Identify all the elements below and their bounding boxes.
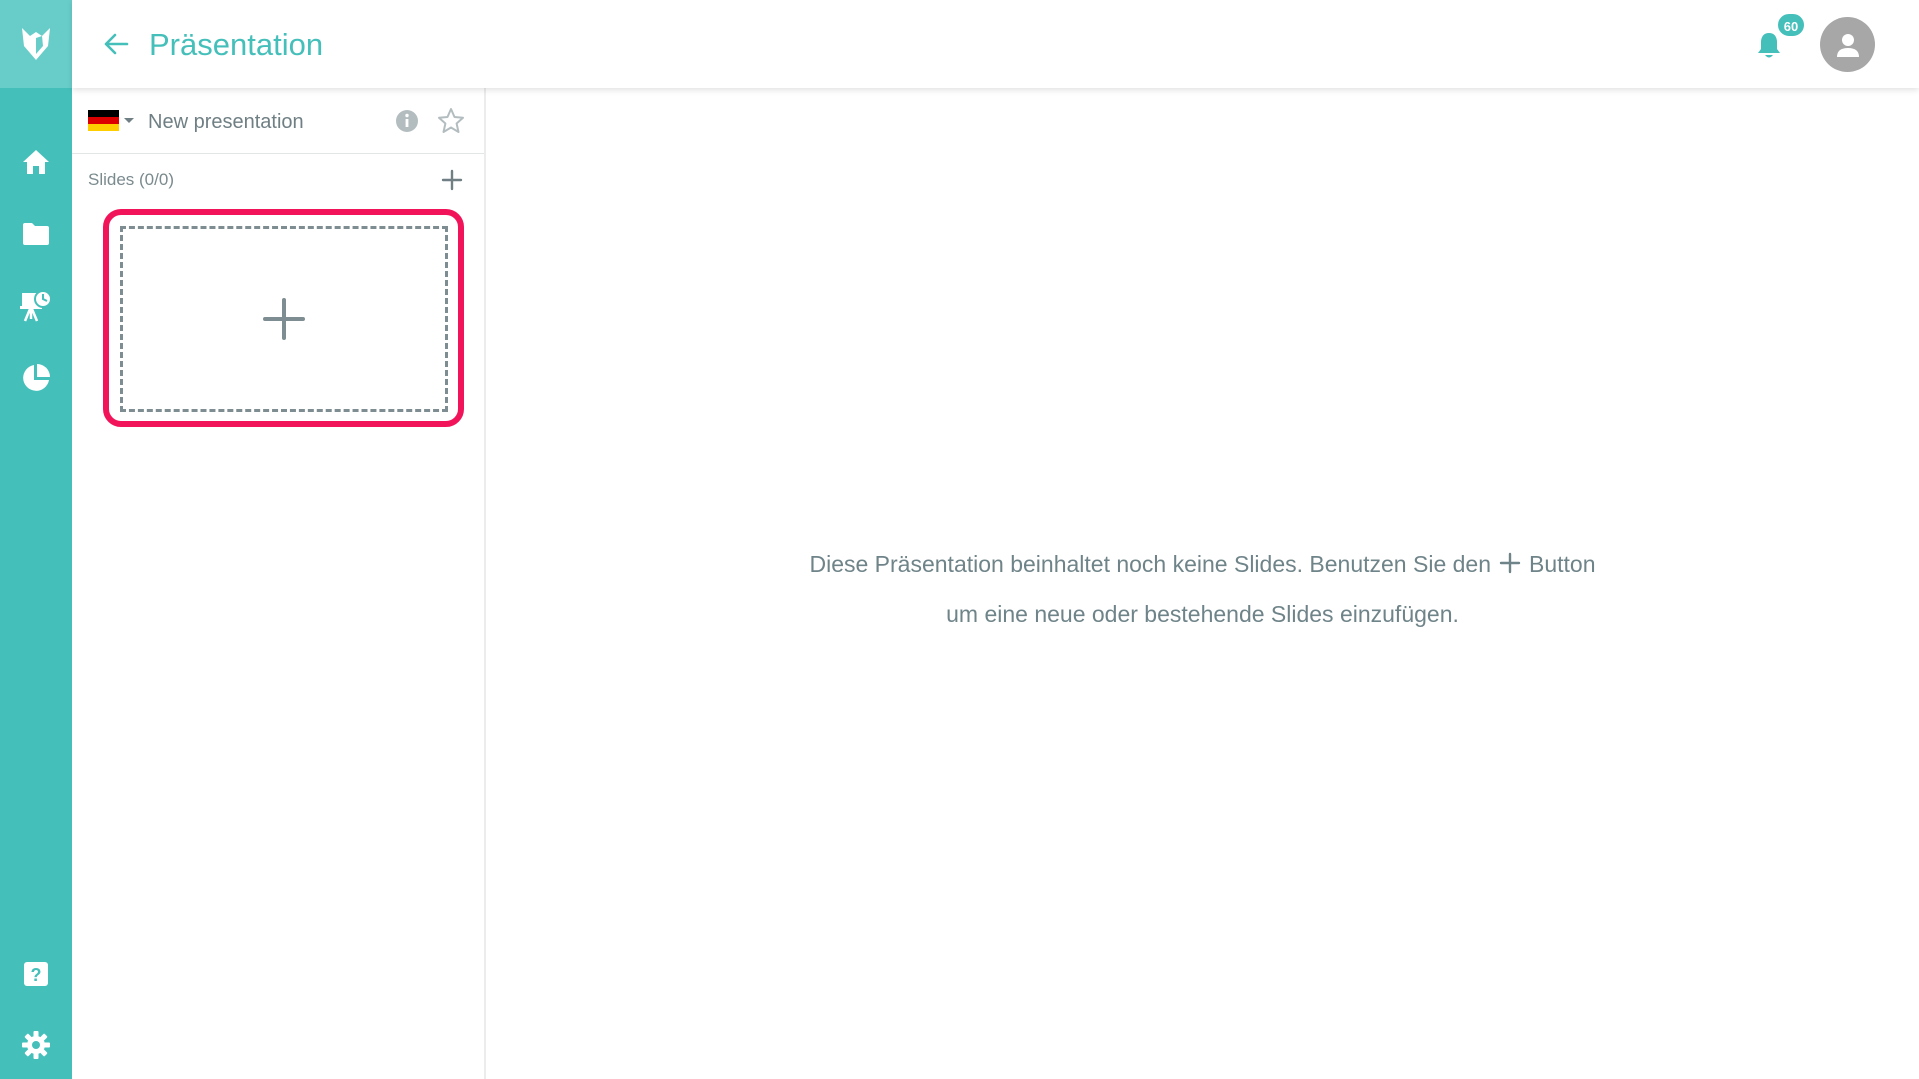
add-slide-button[interactable] bbox=[438, 166, 466, 194]
presentation-icon bbox=[20, 290, 52, 322]
favorite-button[interactable] bbox=[436, 106, 466, 136]
plus-icon bbox=[263, 298, 305, 340]
top-header: Präsentation 60 bbox=[72, 0, 1919, 88]
nav-help[interactable]: ? bbox=[0, 946, 72, 1002]
inline-plus-icon bbox=[1499, 542, 1521, 590]
info-icon bbox=[396, 110, 418, 132]
slides-panel: New presentation Slides (0/0) bbox=[72, 88, 486, 1079]
empty-state-text-before: Diese Präsentation beinhaltet noch keine… bbox=[809, 551, 1491, 577]
app-logo[interactable] bbox=[0, 0, 72, 88]
app-root: ? Präsentation 60 New presentation Slide… bbox=[0, 0, 1919, 1079]
empty-state-message: Diese Präsentation beinhaltet noch keine… bbox=[486, 540, 1919, 638]
plus-icon bbox=[441, 169, 463, 191]
empty-state-text-after: Button bbox=[1529, 551, 1596, 577]
sidebar-rail: ? bbox=[0, 0, 72, 1079]
back-button[interactable] bbox=[98, 26, 134, 62]
pie-chart-icon bbox=[23, 364, 50, 391]
language-flag-icon[interactable] bbox=[88, 110, 119, 131]
page-title: Präsentation bbox=[149, 27, 324, 62]
settings-icon bbox=[22, 1031, 50, 1059]
user-avatar[interactable] bbox=[1820, 17, 1875, 72]
nav-files[interactable] bbox=[0, 206, 72, 262]
slides-count-label: Slides (0/0) bbox=[88, 170, 174, 189]
nav-settings[interactable] bbox=[0, 1017, 72, 1073]
presentation-bar: New presentation bbox=[72, 88, 484, 154]
help-icon: ? bbox=[24, 962, 48, 986]
svg-text:?: ? bbox=[31, 965, 42, 985]
nav-analytics[interactable] bbox=[0, 350, 72, 406]
nav-home[interactable] bbox=[0, 134, 72, 190]
nav-presentations[interactable] bbox=[0, 278, 72, 334]
home-icon bbox=[23, 150, 49, 174]
add-slide-placeholder[interactable] bbox=[120, 226, 448, 412]
notification-badge[interactable]: 60 bbox=[1776, 12, 1806, 38]
user-icon bbox=[1836, 33, 1859, 57]
fox-logo-icon bbox=[22, 28, 50, 60]
star-icon bbox=[438, 108, 464, 133]
presentation-name[interactable]: New presentation bbox=[148, 110, 304, 134]
empty-state-line-2: um eine neue oder bestehende Slides einz… bbox=[946, 600, 1459, 627]
arrow-left-icon bbox=[104, 33, 129, 55]
bell-icon bbox=[1758, 33, 1780, 58]
empty-state-line-1: Diese Präsentation beinhaltet noch keine… bbox=[486, 540, 1919, 590]
info-button[interactable] bbox=[394, 108, 420, 134]
folder-icon bbox=[23, 223, 49, 245]
caret-down-icon[interactable] bbox=[124, 118, 134, 123]
